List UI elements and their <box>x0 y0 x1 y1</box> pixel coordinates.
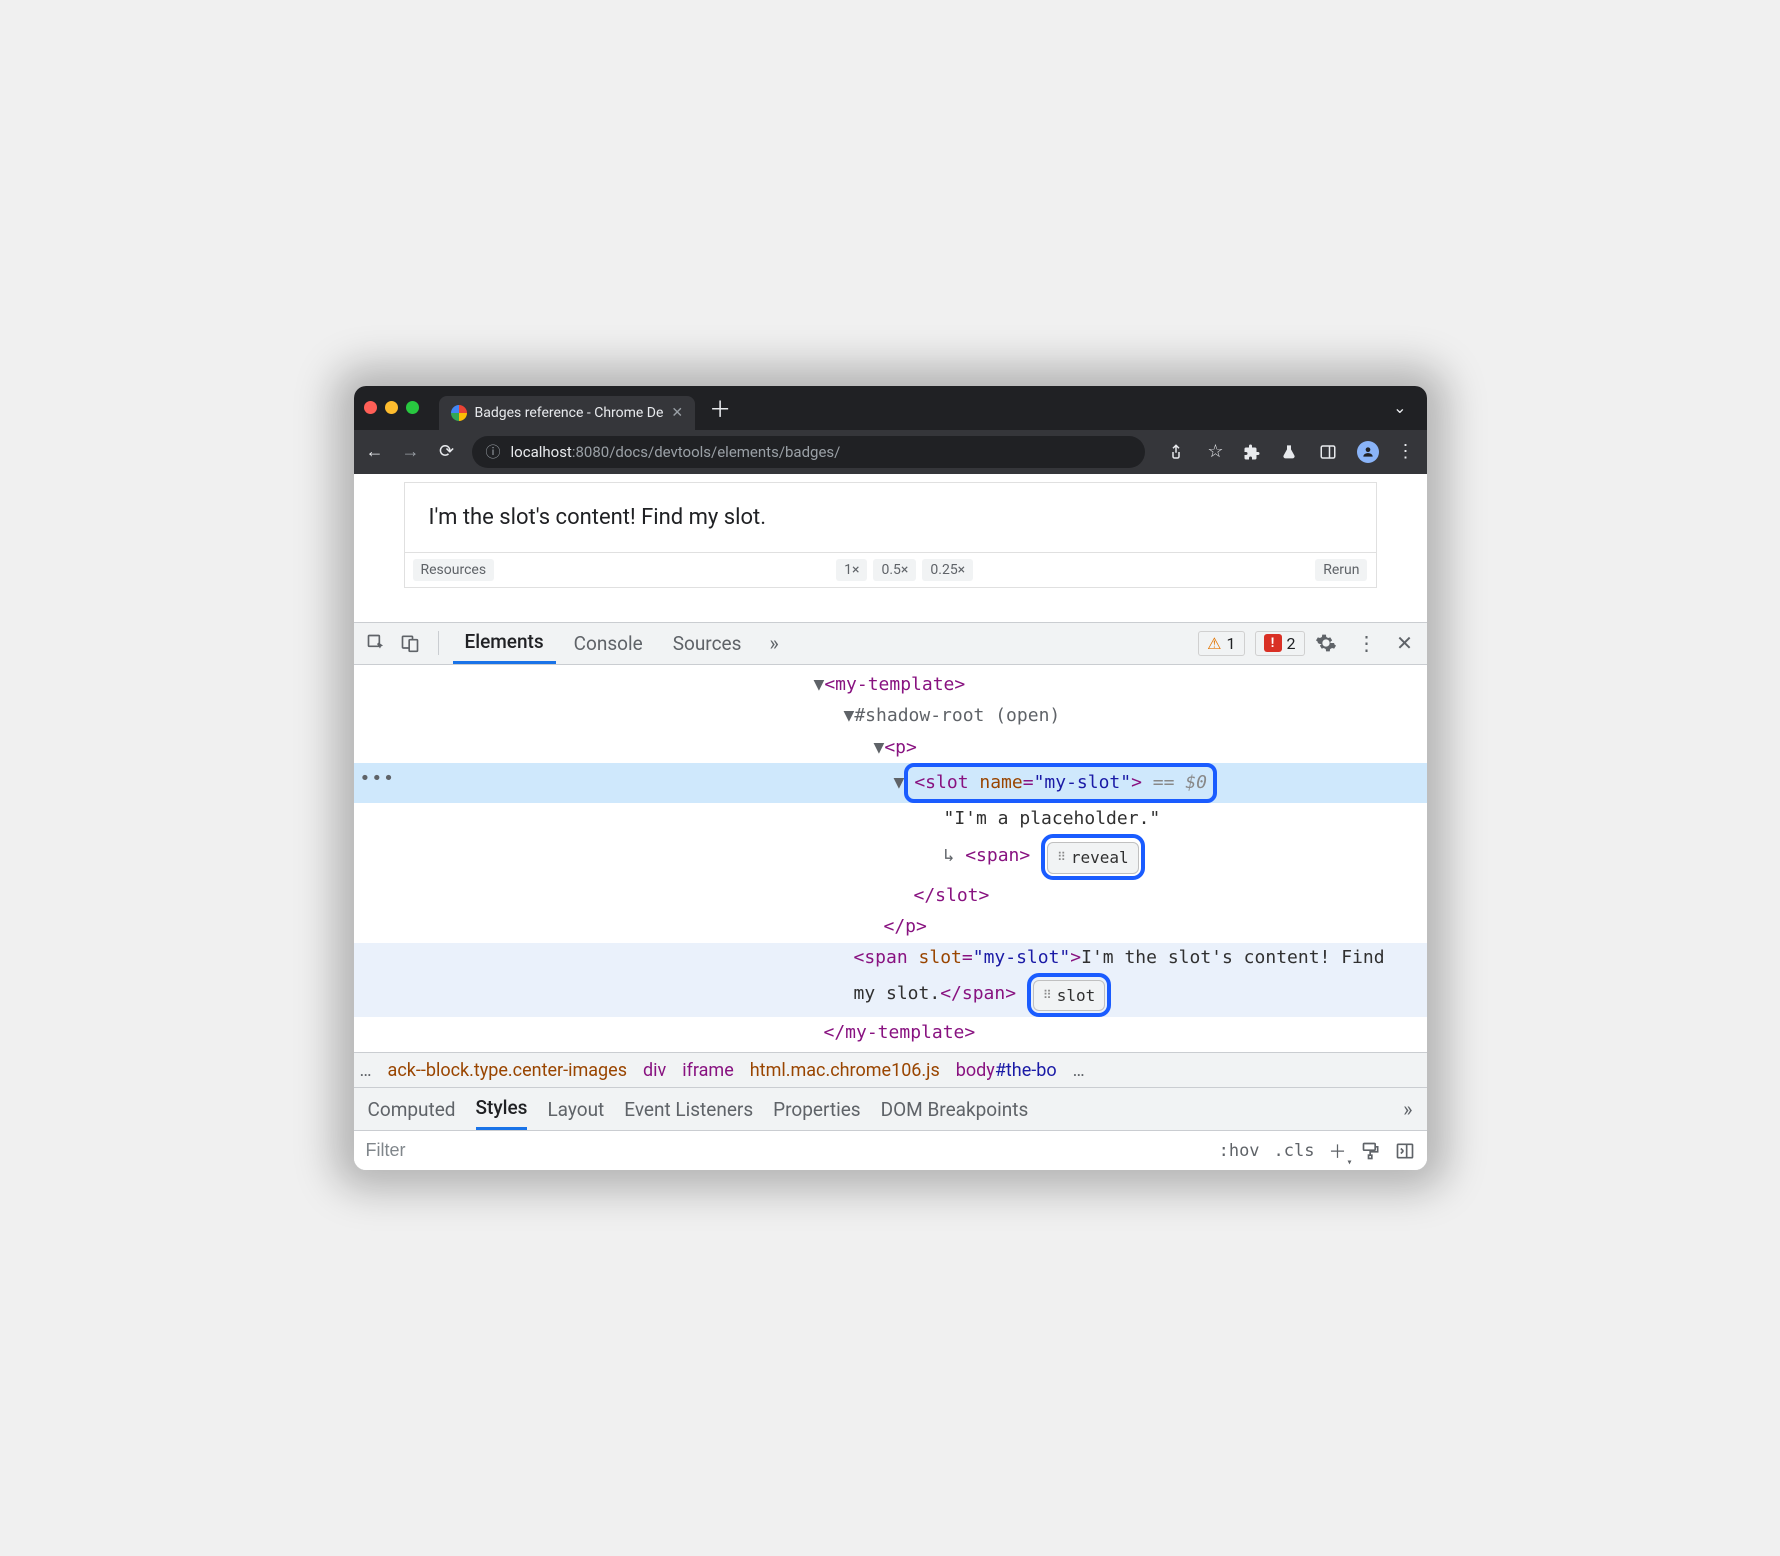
maximize-window-icon[interactable] <box>406 401 419 414</box>
settings-icon[interactable] <box>1315 632 1343 654</box>
grid-dots-icon: ⠿ <box>1043 985 1051 1005</box>
devtools-tabs: Elements Console Sources » ⚠ 1 ! 2 ⋮ ✕ <box>354 623 1427 665</box>
highlighted-slot-badge: ⠿slot <box>1027 973 1111 1017</box>
subtab-properties[interactable]: Properties <box>773 1098 860 1121</box>
tab-sources[interactable]: Sources <box>661 622 754 664</box>
reveal-badge[interactable]: ⠿reveal <box>1047 842 1139 874</box>
crumb-item[interactable]: ack--block.type.center-images <box>388 1060 627 1081</box>
close-tab-icon[interactable]: ✕ <box>671 405 683 421</box>
minimize-window-icon[interactable] <box>385 401 398 414</box>
errors-badge[interactable]: ! 2 <box>1255 631 1305 656</box>
menu-icon[interactable]: ⋮ <box>1395 441 1417 462</box>
side-panel-icon[interactable] <box>1319 443 1341 461</box>
devtools-menu-icon[interactable]: ⋮ <box>1353 631 1381 655</box>
tree-line[interactable]: ↳ <span> ⠿reveal <box>354 834 1427 880</box>
forward-icon[interactable]: → <box>400 441 422 462</box>
tree-line[interactable]: </p> <box>354 911 1427 943</box>
browser-tab[interactable]: Badges reference - Chrome De ✕ <box>439 396 696 430</box>
resources-button[interactable]: Resources <box>413 559 495 581</box>
close-devtools-icon[interactable]: ✕ <box>1391 631 1419 655</box>
zoom-05x-button[interactable]: 0.5× <box>873 559 916 581</box>
crumb-ellipsis-left[interactable]: … <box>360 1060 372 1081</box>
error-count: 2 <box>1287 634 1296 653</box>
tab-title: Badges reference - Chrome De <box>475 405 664 421</box>
browser-window: Badges reference - Chrome De ✕ ＋ ⌄ ← → ⟳… <box>354 386 1427 1171</box>
subtab-dom-breakpoints[interactable]: DOM Breakpoints <box>881 1098 1029 1121</box>
cls-toggle[interactable]: .cls <box>1274 1141 1315 1161</box>
labs-icon[interactable] <box>1281 443 1303 461</box>
zoom-1x-button[interactable]: 1× <box>836 559 867 581</box>
tree-line[interactable]: ▼#shadow-root (open) <box>354 700 1427 732</box>
highlighted-slot-element: <slot name="my-slot"> == $0 <box>904 763 1217 803</box>
new-tab-button[interactable]: ＋ <box>709 392 731 424</box>
back-icon[interactable]: ← <box>364 441 386 462</box>
styles-filter-bar: :hov .cls ＋ <box>354 1130 1427 1170</box>
filter-input[interactable] <box>366 1140 1205 1161</box>
tree-line[interactable]: </my-template> <box>354 1017 1427 1049</box>
address-bar[interactable]: ⓘ localhost:8080/docs/devtools/elements/… <box>472 436 1145 468</box>
error-icon: ! <box>1264 634 1282 652</box>
tree-line-hovered[interactable]: <span slot="my-slot">I'm the slot's cont… <box>354 943 1427 1017</box>
share-icon[interactable] <box>1167 443 1189 461</box>
subtab-computed[interactable]: Computed <box>368 1098 456 1121</box>
subtab-styles[interactable]: Styles <box>476 1088 528 1130</box>
subtab-event-listeners[interactable]: Event Listeners <box>624 1098 753 1121</box>
computed-sidebar-icon[interactable] <box>1395 1141 1415 1161</box>
tree-line-selected[interactable]: ••• ▼<slot name="my-slot"> == $0 <box>354 763 1427 803</box>
inspect-element-icon[interactable] <box>362 629 390 657</box>
crumb-item[interactable]: body#the-bo <box>956 1060 1057 1081</box>
chrome-favicon-icon <box>451 405 467 421</box>
tree-line[interactable]: "I'm a placeholder." <box>354 803 1427 835</box>
styles-sub-tabs: Computed Styles Layout Event Listeners P… <box>354 1088 1427 1130</box>
toolbar-actions: ☆ ⋮ <box>1167 441 1417 463</box>
tab-elements[interactable]: Elements <box>453 622 556 664</box>
tab-bar: Badges reference - Chrome De ✕ ＋ ⌄ <box>354 386 1427 430</box>
page-content: I'm the slot's content! Find my slot. Re… <box>354 474 1427 622</box>
tree-line[interactable]: </slot> <box>354 880 1427 912</box>
hov-toggle[interactable]: :hov <box>1219 1141 1260 1161</box>
zoom-025x-button[interactable]: 0.25× <box>922 559 973 581</box>
tree-line[interactable]: ▼<p> <box>354 732 1427 764</box>
tree-line[interactable]: ▼<my-template> <box>354 669 1427 701</box>
demo-box: I'm the slot's content! Find my slot. Re… <box>404 482 1377 588</box>
reload-icon[interactable]: ⟳ <box>436 441 458 462</box>
grid-dots-icon: ⠿ <box>1057 847 1065 868</box>
tab-overflow-icon[interactable]: ⌄ <box>1393 398 1406 417</box>
window-controls <box>364 401 419 414</box>
crumb-ellipsis-right[interactable]: … <box>1073 1060 1085 1081</box>
close-window-icon[interactable] <box>364 401 377 414</box>
rerun-button[interactable]: Rerun <box>1315 559 1367 581</box>
paint-icon[interactable] <box>1361 1141 1381 1161</box>
more-tabs-icon[interactable]: » <box>759 631 788 655</box>
subtab-layout[interactable]: Layout <box>547 1098 604 1121</box>
highlighted-reveal-badge: ⠿reveal <box>1041 834 1145 880</box>
devtools-panel: Elements Console Sources » ⚠ 1 ! 2 ⋮ ✕ <box>354 622 1427 1171</box>
more-subtabs-icon[interactable]: » <box>1403 1097 1412 1121</box>
elements-breadcrumb[interactable]: … ack--block.type.center-images div ifra… <box>354 1052 1427 1088</box>
extensions-icon[interactable] <box>1243 443 1265 461</box>
crumb-item[interactable]: html.mac.chrome106.js <box>750 1060 940 1081</box>
demo-text: I'm the slot's content! Find my slot. <box>405 483 1376 553</box>
url-text: localhost:8080/docs/devtools/elements/ba… <box>511 443 841 461</box>
device-toolbar-icon[interactable] <box>396 629 424 657</box>
demo-toolbar: Resources 1× 0.5× 0.25× Rerun <box>405 553 1376 587</box>
site-info-icon[interactable]: ⓘ <box>486 441 501 462</box>
elements-tree[interactable]: ▼<my-template> ▼#shadow-root (open) ▼<p>… <box>354 665 1427 1053</box>
warning-count: 1 <box>1227 634 1236 653</box>
warning-icon: ⚠ <box>1207 634 1221 653</box>
crumb-item[interactable]: div <box>643 1060 666 1081</box>
profile-avatar-icon[interactable] <box>1357 441 1379 463</box>
selection-ellipsis-icon: ••• <box>360 763 396 795</box>
browser-toolbar: ← → ⟳ ⓘ localhost:8080/docs/devtools/ele… <box>354 430 1427 474</box>
bookmark-icon[interactable]: ☆ <box>1205 441 1227 462</box>
tab-console[interactable]: Console <box>562 622 655 664</box>
crumb-item[interactable]: iframe <box>682 1060 734 1081</box>
slot-badge[interactable]: ⠿slot <box>1033 980 1105 1011</box>
new-style-rule-icon[interactable]: ＋ <box>1329 1138 1347 1164</box>
warnings-badge[interactable]: ⚠ 1 <box>1198 631 1244 656</box>
